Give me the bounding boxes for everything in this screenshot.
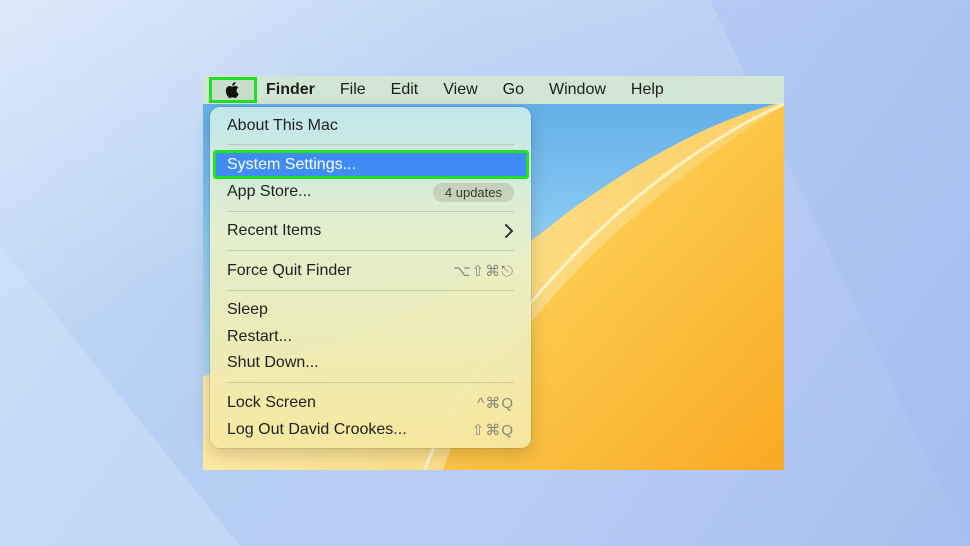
- chevron-right-icon: [505, 224, 513, 238]
- menu-item-log-out[interactable]: Log Out David Crookes... ⇧⌘Q: [214, 417, 527, 443]
- separator: [227, 211, 514, 212]
- force-quit-shortcut: ⌥⇧⌘⎋: [453, 263, 514, 280]
- menu-item-lock-screen[interactable]: Lock Screen ^⌘Q: [214, 390, 527, 416]
- menu-edit[interactable]: Edit: [391, 81, 419, 99]
- menu-go[interactable]: Go: [503, 81, 524, 99]
- menu-item-system-settings[interactable]: System Settings...: [214, 152, 527, 178]
- separator: [227, 250, 514, 251]
- apple-menu-button[interactable]: [209, 77, 257, 103]
- about-label: About This Mac: [227, 117, 338, 134]
- lock-screen-shortcut: ^⌘Q: [477, 395, 514, 412]
- menu-item-sleep[interactable]: Sleep: [214, 297, 527, 323]
- menu-window[interactable]: Window: [549, 81, 606, 99]
- apple-menu-dropdown: About This Mac System Settings... App St…: [210, 107, 531, 448]
- recent-items-label: Recent Items: [227, 222, 322, 239]
- separator: [227, 290, 514, 291]
- force-quit-label: Force Quit Finder: [227, 262, 352, 279]
- sleep-label: Sleep: [227, 301, 268, 318]
- app-store-label: App Store...: [227, 183, 312, 200]
- restart-label: Restart...: [227, 328, 292, 345]
- menu-item-force-quit[interactable]: Force Quit Finder ⌥⇧⌘⎋: [214, 258, 527, 284]
- menu-item-shut-down[interactable]: Shut Down...: [214, 350, 527, 376]
- menu-bar: Finder File Edit View Go Window Help: [203, 76, 784, 104]
- log-out-label: Log Out David Crookes...: [227, 421, 407, 438]
- shut-down-label: Shut Down...: [227, 354, 319, 371]
- menu-view[interactable]: View: [443, 81, 477, 99]
- system-settings-label: System Settings...: [227, 156, 356, 173]
- menu-help[interactable]: Help: [631, 81, 664, 99]
- lock-screen-label: Lock Screen: [227, 394, 316, 411]
- menu-item-app-store[interactable]: App Store... 4 updates: [214, 179, 527, 205]
- menu-item-recent-items[interactable]: Recent Items: [214, 218, 527, 244]
- menu-file[interactable]: File: [340, 81, 366, 99]
- separator: [227, 144, 514, 145]
- menu-item-about-this-mac[interactable]: About This Mac: [214, 113, 527, 139]
- log-out-shortcut: ⇧⌘Q: [471, 422, 514, 439]
- separator: [227, 382, 514, 383]
- apple-logo-icon: [225, 82, 239, 98]
- menu-finder[interactable]: Finder: [266, 81, 315, 99]
- menu-item-restart[interactable]: Restart...: [214, 324, 527, 350]
- updates-badge: 4 updates: [432, 182, 514, 202]
